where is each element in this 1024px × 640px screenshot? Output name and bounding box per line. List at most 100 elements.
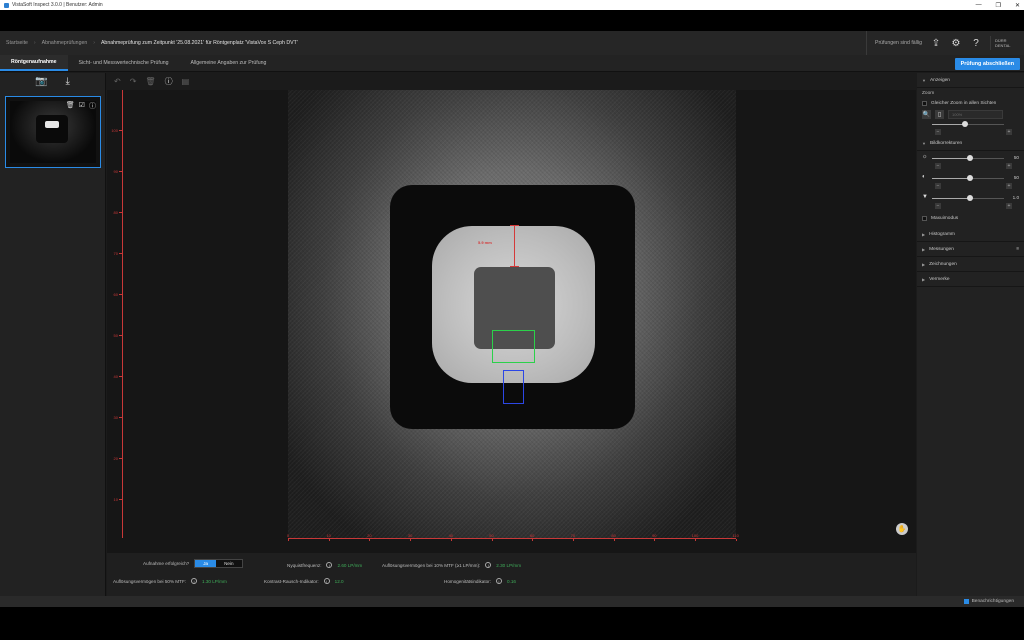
filter-slider[interactable]: ▼ 1.0: [922, 194, 1019, 202]
contrast-slider[interactable]: ◐ 50: [922, 174, 1019, 182]
contrast-value: 50: [1013, 175, 1019, 180]
y-tick-label: 40: [113, 374, 118, 379]
tab-xray-image[interactable]: Röntgenaufnahme: [0, 55, 68, 71]
image-canvas[interactable]: 100 90 80 70 60 50 40 30 20 10 5.9 mm 0 10 20 30 40 50…: [107, 90, 916, 553]
left-tools: 📷 ⤓: [0, 73, 105, 89]
results-bar: Aufnahme erfolgreich? Ja Nein Nyquistfre…: [107, 553, 916, 596]
same-zoom-checkbox[interactable]: Gleicher Zoom in allen Sichten: [917, 98, 1024, 108]
help-icon[interactable]: ?: [970, 37, 982, 49]
minus-icon[interactable]: −: [935, 203, 941, 209]
y-tick-label: 50: [113, 333, 118, 338]
zoom-label: Zoom: [922, 90, 935, 96]
layers-icon[interactable]: ▤: [182, 77, 190, 86]
info-icon[interactable]: ⓘ: [165, 76, 173, 87]
y-tick: [119, 376, 122, 377]
section-histogram[interactable]: ▶ Histogramm: [917, 227, 1024, 242]
zoom-select[interactable]: 100%: [948, 109, 1003, 119]
plus-icon[interactable]: +: [1006, 129, 1012, 135]
section-display[interactable]: ▼ Anzeigen: [917, 73, 1024, 88]
cnr-label: Kontrast-Rausch-Indikator:: [264, 578, 319, 584]
export-icon[interactable]: ⇪: [930, 37, 942, 49]
section-notes[interactable]: ▶ Vermerke: [917, 272, 1024, 287]
x-tick: [695, 539, 696, 541]
window-title: VistaSoft Inspect 3.0.0 | Benutzer: Admi…: [12, 2, 103, 8]
minus-icon[interactable]: −: [935, 163, 941, 169]
cnr-value: 12.0: [334, 578, 344, 584]
plus-icon[interactable]: +: [1006, 183, 1012, 189]
maximize-icon[interactable]: ❐: [996, 2, 1001, 9]
trash-icon[interactable]: 🗑: [145, 77, 155, 86]
check-icon[interactable]: ☑: [79, 101, 85, 111]
no-button[interactable]: Nein: [216, 560, 242, 567]
breadcrumb-acceptance[interactable]: Abnahmeprüfungen: [42, 40, 88, 46]
pan-icon[interactable]: ✋: [896, 523, 908, 535]
measurement-line[interactable]: [514, 225, 515, 266]
roi-green[interactable]: [492, 330, 535, 363]
y-tick: [119, 499, 122, 500]
filter-value: 1.0: [1012, 195, 1019, 200]
section-measurements[interactable]: ▶ Messungen ≡: [917, 242, 1024, 257]
mtf50-value: 1.30 LP/mm: [202, 578, 227, 584]
zoom-icon[interactable]: 🔍: [922, 109, 931, 119]
mtf50-label: Auflösungsvermögen bei 50% MTF:: [113, 578, 187, 584]
minus-icon[interactable]: −: [935, 183, 941, 189]
redo-icon[interactable]: ↷: [130, 77, 137, 86]
x-tick: [654, 539, 656, 541]
chevron-right-icon: ▶: [922, 276, 926, 282]
grayscale-checkbox[interactable]: Maxuimodus: [917, 213, 1024, 223]
y-tick: [119, 130, 122, 131]
nyquist-label: Nyquistfrequenz:: [287, 562, 322, 568]
minimize-icon[interactable]: —: [976, 2, 982, 8]
y-tick-label: 80: [113, 210, 118, 215]
list-icon[interactable]: ≡: [1016, 247, 1019, 252]
section-corrections[interactable]: ▼ Bildkorrekturen: [917, 136, 1024, 151]
roi-blue[interactable]: [503, 370, 524, 404]
xray-image[interactable]: 5.9 mm: [288, 90, 736, 538]
yes-button[interactable]: Ja: [195, 560, 217, 567]
zoom-slider[interactable]: [922, 120, 1019, 128]
info-icon[interactable]: i: [326, 562, 333, 568]
camera-icon[interactable]: 📷: [35, 76, 47, 87]
plus-icon[interactable]: +: [1006, 163, 1012, 169]
info-icon[interactable]: ⓘ: [89, 101, 96, 111]
brightness-slider[interactable]: ☼ 50: [922, 154, 1019, 162]
chevron-down-icon: ▼: [922, 77, 926, 83]
y-tick-label: 70: [113, 251, 118, 256]
x-tick: [491, 539, 493, 541]
x-tick-label: 60: [529, 533, 535, 538]
info-icon[interactable]: i: [323, 578, 330, 584]
delete-icon[interactable]: 🗑: [66, 101, 75, 111]
gear-icon[interactable]: ⚙: [950, 37, 962, 49]
tab-visual-test[interactable]: Sicht- und Messwertechnische Prüfung: [68, 55, 180, 71]
brand-logo: DÜRR DENTAL: [990, 36, 1020, 50]
plus-icon[interactable]: +: [1006, 203, 1012, 209]
section-drawings[interactable]: ▶ Zeichnungen: [917, 257, 1024, 272]
finish-test-button[interactable]: Prüfung abschließen: [954, 58, 1020, 70]
breadcrumb-home[interactable]: Startseite: [6, 40, 28, 46]
info-icon[interactable]: i: [191, 578, 198, 584]
breadcrumb: Startseite › Abnahmeprüfungen › Abnahmep…: [0, 31, 1024, 55]
chevron-down-icon: ▼: [922, 140, 926, 146]
fit-icon[interactable]: ▯: [935, 109, 944, 119]
tab-general-info[interactable]: Allgemeine Angaben zur Prüfung: [180, 55, 278, 71]
x-tick-label: 0: [286, 533, 290, 538]
chevron-right-icon: ▶: [922, 231, 926, 237]
brightness-value: 50: [1013, 155, 1019, 160]
homogeneity-value: 0.16: [506, 578, 516, 584]
undo-icon[interactable]: ↶: [114, 77, 121, 86]
image-thumbnail[interactable]: 🗑 ☑ ⓘ: [5, 96, 101, 168]
info-icon[interactable]: i: [495, 578, 502, 584]
mtf10-label: Auflösungsvermögen bei 10% MTF (≥1 LP/mm…: [382, 562, 481, 568]
minus-icon[interactable]: −: [935, 129, 941, 135]
homogeneity-label: Homogenitätsindikator:: [444, 578, 491, 584]
x-tick-label: 50: [489, 533, 494, 538]
notifications-link[interactable]: Benachrichtigungen: [972, 599, 1014, 604]
brightness-icon: ☼: [922, 154, 928, 160]
info-icon[interactable]: i: [485, 562, 492, 568]
app-icon: [4, 2, 9, 8]
due-status[interactable]: Prüfungen sind fällig: [865, 31, 922, 55]
y-tick: [119, 458, 122, 459]
import-icon[interactable]: ⤓: [66, 76, 70, 87]
nyquist-value: 2.60 LP/mm: [337, 562, 363, 568]
close-icon[interactable]: ✕: [1015, 2, 1020, 9]
